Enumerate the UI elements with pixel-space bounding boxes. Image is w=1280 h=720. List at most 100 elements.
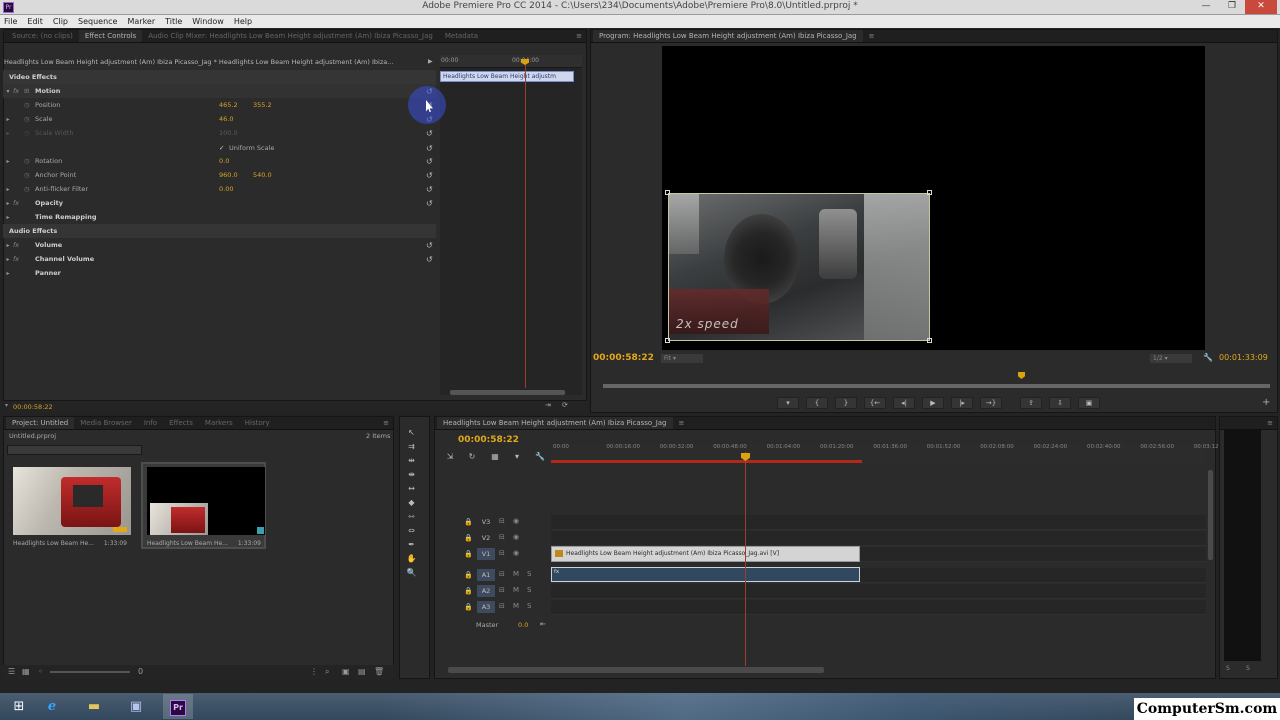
fx-row-time-remapping[interactable]: ▸ Time Remapping xyxy=(3,210,436,224)
toggle-sync-lock-icon[interactable]: ⊟ xyxy=(499,549,505,557)
lock-icon[interactable]: 🔒 xyxy=(464,587,473,595)
automate-to-sequence-icon[interactable]: ⋮ xyxy=(310,667,318,676)
insert-sequence-icon[interactable]: ▦ xyxy=(488,452,502,462)
lock-icon[interactable]: 🔒 xyxy=(464,550,473,558)
timeline-video-clip[interactable]: Headlights Low Beam Height adjustment (A… xyxy=(551,546,860,562)
effect-controls-scrollbar[interactable] xyxy=(450,390,565,395)
tab-effects[interactable]: Effects xyxy=(163,417,199,429)
go-to-out-button[interactable]: →} xyxy=(980,397,1002,409)
fx-badge-icon[interactable]: fx xyxy=(13,241,24,249)
fx-row-panner[interactable]: ▸ Panner xyxy=(3,266,436,280)
tab-history[interactable]: History xyxy=(239,417,276,429)
mark-out-button[interactable]: } xyxy=(835,397,857,409)
fx-row-channel-volume[interactable]: ▸ fx Channel Volume ↺ xyxy=(3,252,436,266)
expand-triangle-icon[interactable]: ▾ xyxy=(3,88,13,95)
close-button[interactable]: ✕ xyxy=(1245,0,1277,14)
uniform-scale-checkbox[interactable]: ✓ xyxy=(219,144,224,152)
position-y-value[interactable]: 355.2 xyxy=(253,101,272,109)
master-volume-value[interactable]: 0.0 xyxy=(518,621,528,629)
anchor-x-value[interactable]: 960.0 xyxy=(219,171,238,179)
stopwatch-icon[interactable]: ◷ xyxy=(24,115,35,123)
maximize-button[interactable]: ❐ xyxy=(1219,0,1245,14)
track-label[interactable]: A2 xyxy=(477,585,495,597)
panel-menu-icon[interactable]: ≡ xyxy=(1267,419,1277,427)
minimize-button[interactable]: — xyxy=(1193,0,1219,14)
delete-icon[interactable]: 🗑 xyxy=(374,667,384,676)
fx-row-anchor-point[interactable]: ◷ Anchor Point 960.0 540.0 ↺ xyxy=(3,168,436,182)
tab-markers[interactable]: Markers xyxy=(199,417,239,429)
windows-start-icon[interactable]: ⊞ xyxy=(4,694,34,719)
menu-help[interactable]: Help xyxy=(234,15,252,28)
expand-triangle-icon[interactable]: ▸ xyxy=(3,158,13,165)
add-marker-icon[interactable]: ▾ xyxy=(510,452,524,462)
project-search-input[interactable] xyxy=(7,445,142,455)
reset-icon[interactable]: ↺ xyxy=(426,129,433,138)
panel-menu-icon[interactable]: ≡ xyxy=(576,32,586,40)
find-icon[interactable]: ⌕ xyxy=(325,667,329,677)
rate-stretch-tool-icon[interactable]: ↔ xyxy=(405,483,418,494)
settings-wrench-icon[interactable]: 🔧 xyxy=(1203,353,1213,362)
track-label[interactable]: V1 xyxy=(477,548,495,560)
reset-icon[interactable]: ↺ xyxy=(426,171,433,180)
fx-row-anti-flicker[interactable]: ▸ ◷ Anti-flicker Filter 0.00 ↺ xyxy=(3,182,436,196)
reset-icon[interactable]: ↺ xyxy=(426,241,433,250)
fx-row-volume[interactable]: ▸ fx Volume ↺ xyxy=(3,238,436,252)
menu-sequence[interactable]: Sequence xyxy=(78,15,117,28)
transform-handle-icon[interactable] xyxy=(665,338,670,343)
step-back-button[interactable]: ◂| xyxy=(893,397,915,409)
lock-icon[interactable]: 🔒 xyxy=(464,571,473,579)
tab-effect-controls[interactable]: Effect Controls xyxy=(78,30,143,42)
menu-window[interactable]: Window xyxy=(192,15,224,28)
file-explorer-icon[interactable]: ▬ xyxy=(79,694,109,719)
expand-triangle-icon[interactable]: ▸ xyxy=(3,270,13,277)
toggle-sync-lock-icon[interactable]: ⊟ xyxy=(499,533,505,541)
slip-tool-icon[interactable]: ⇿ xyxy=(405,511,418,522)
track-v3[interactable]: 🔒 V3 ⊟ ◉ xyxy=(460,515,1206,530)
solo-track-icon[interactable]: S xyxy=(527,602,531,610)
stopwatch-icon[interactable]: ◷ xyxy=(24,171,35,179)
track-label[interactable]: V3 xyxy=(477,516,495,528)
expand-triangle-icon[interactable]: ▸ xyxy=(3,200,13,207)
button-editor-icon[interactable]: + xyxy=(1262,397,1270,408)
expand-triangle-icon[interactable]: ▸ xyxy=(3,186,13,193)
toggle-sync-lock-icon[interactable]: ⊟ xyxy=(499,602,505,610)
work-area-bar[interactable] xyxy=(551,460,862,463)
add-marker-button[interactable]: ▾ xyxy=(777,397,799,409)
effect-controls-clip-bar[interactable]: Headlights Low Beam Height adjustm xyxy=(440,71,574,82)
timeline-settings-icon[interactable]: 🔧 xyxy=(533,452,547,462)
position-x-value[interactable]: 465.2 xyxy=(219,101,238,109)
toggle-sync-lock-icon[interactable]: ⊟ xyxy=(499,586,505,594)
play-button[interactable]: ▶ xyxy=(922,397,944,409)
reset-icon[interactable]: ↺ xyxy=(426,144,433,153)
panel-menu-icon[interactable]: ≡ xyxy=(863,30,881,42)
rolling-edit-tool-icon[interactable]: ⇼ xyxy=(405,469,418,480)
stopwatch-icon[interactable]: ◷ xyxy=(24,185,35,193)
fx-row-position[interactable]: ◷ Position 465.2 355.2 ↺ xyxy=(3,98,436,112)
zoom-out-icon[interactable]: ◦ xyxy=(38,667,43,676)
reset-icon[interactable]: ↺ xyxy=(426,199,433,208)
mute-track-icon[interactable]: M xyxy=(513,586,519,594)
zoom-level-select[interactable]: Fit ▾ xyxy=(661,354,703,363)
reset-icon[interactable]: ↺ xyxy=(426,185,433,194)
mark-in-button[interactable]: { xyxy=(806,397,828,409)
panel-menu-icon[interactable]: ≡ xyxy=(383,419,393,427)
menu-edit[interactable]: Edit xyxy=(27,15,43,28)
filter-clip-icon[interactable]: ⇥ xyxy=(545,401,551,409)
zoom-tool-icon[interactable]: 🔍 xyxy=(405,567,418,578)
list-view-icon[interactable]: ☰ xyxy=(8,667,15,676)
timeline-horizontal-scrollbar[interactable] xyxy=(448,667,824,673)
panel-menu-icon[interactable]: ≡ xyxy=(673,417,691,429)
menu-clip[interactable]: Clip xyxy=(53,15,68,28)
solo-right-button[interactable]: S xyxy=(1246,665,1250,672)
project-item[interactable]: Headlights Low Beam He... 1:33:09 xyxy=(7,462,132,549)
toggle-sync-lock-icon[interactable]: ⊟ xyxy=(499,570,505,578)
timeline-timecode[interactable]: 00:00:58:22 xyxy=(458,435,519,445)
selection-tool-icon[interactable]: ↖ xyxy=(405,427,418,438)
expand-triangle-icon[interactable]: ▸ xyxy=(3,242,13,249)
toggle-output-icon[interactable]: ◉ xyxy=(513,517,519,525)
ripple-edit-tool-icon[interactable]: ⇹ xyxy=(405,455,418,466)
go-to-in-button[interactable]: {← xyxy=(864,397,886,409)
premiere-taskbar-icon[interactable]: Pr xyxy=(163,694,193,719)
tab-source[interactable]: Source: (no clips) xyxy=(6,30,79,42)
new-bin-icon[interactable]: ▣ xyxy=(342,667,350,676)
